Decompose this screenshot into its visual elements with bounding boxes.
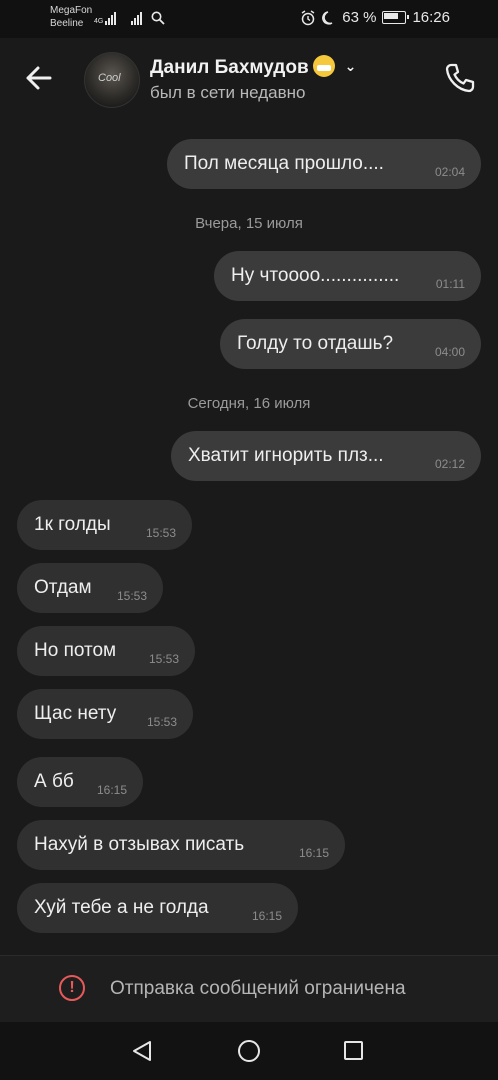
contact-name[interactable]: Данил Бахмудов ⌄ <box>150 55 356 79</box>
message-text: Но потом <box>34 640 117 661</box>
mask-emoji-icon <box>312 55 335 77</box>
status-right: 63 % 16:26 <box>300 9 450 26</box>
message-text: Нахуй в отзывах писать <box>34 834 245 855</box>
alarm-icon <box>301 9 315 25</box>
message-time: 16:15 <box>251 909 282 923</box>
message-incoming[interactable]: 1к голды 15:53 <box>17 500 192 550</box>
message-time: 16:15 <box>96 783 127 797</box>
chevron-down-icon[interactable]: ⌄ <box>345 58 357 75</box>
status-bar: MegaFon Beeline 4G 63 % 16:26 <box>0 0 498 38</box>
message-time: 15:53 <box>116 589 147 603</box>
message-text: А бб <box>34 771 74 792</box>
message-text: Хуй тебе а не голда <box>34 897 209 918</box>
phone-call-icon[interactable] <box>442 60 478 96</box>
message-time: 16:15 <box>298 846 329 860</box>
carrier-1: MegaFon <box>50 5 93 16</box>
date-divider: Вчера, 15 июля <box>195 215 303 232</box>
message-text: 1к голды <box>34 514 111 535</box>
network-type: 4G <box>94 18 104 25</box>
warning-icon <box>59 975 85 1001</box>
contact-name-text: Данил Бахмудов <box>150 57 309 78</box>
nav-back-icon[interactable] <box>131 1040 153 1062</box>
back-arrow-icon[interactable] <box>20 60 56 96</box>
message-incoming[interactable]: Но потом 15:53 <box>17 626 195 676</box>
message-time: 02:12 <box>434 457 465 471</box>
avatar[interactable]: Cool <box>84 52 140 108</box>
restriction-text: Отправка сообщений ограничена <box>110 978 406 999</box>
message-text: Пол месяца прошло.... <box>184 153 384 174</box>
message-incoming[interactable]: Нахуй в отзывах писать 16:15 <box>17 820 345 870</box>
last-seen-status: был в сети недавно <box>150 83 306 102</box>
message-outgoing[interactable]: Хватит игнорить плз... 02:12 <box>171 431 481 481</box>
battery-icon <box>382 11 410 24</box>
nav-home-icon[interactable] <box>238 1040 260 1062</box>
moon-icon <box>322 10 333 25</box>
message-time: 01:11 <box>435 277 465 291</box>
date-divider: Сегодня, 16 июля <box>187 395 311 412</box>
message-text: Голду то отдашь? <box>237 333 394 354</box>
search-icon <box>151 11 165 25</box>
clock: 16:26 <box>412 9 450 26</box>
system-nav-bar <box>0 1022 498 1080</box>
message-time: 04:00 <box>434 345 465 359</box>
chat-header: Cool Данил Бахмудов ⌄ был в сети недавно <box>0 38 498 116</box>
signal-icon-1: 4G <box>94 11 117 25</box>
carrier-2: Beeline <box>50 18 84 29</box>
message-incoming[interactable]: А бб 16:15 <box>17 757 143 807</box>
messaging-restricted-banner: Отправка сообщений ограничена <box>0 955 498 1023</box>
message-time: 15:53 <box>145 526 176 540</box>
message-time: 15:53 <box>146 715 177 729</box>
avatar-text: Cool <box>98 72 121 84</box>
message-incoming[interactable]: Хуй тебе а не голда 16:15 <box>17 883 298 933</box>
message-text: Щас нету <box>34 703 117 724</box>
message-incoming[interactable]: Отдам 15:53 <box>17 563 163 613</box>
message-text: Отдам <box>34 577 92 598</box>
signal-icon-2 <box>131 11 142 25</box>
battery-percent: 63 % <box>342 9 377 26</box>
message-text: Ну чтоооо............... <box>231 265 400 286</box>
message-incoming[interactable]: Щас нету 15:53 <box>17 689 193 739</box>
message-outgoing[interactable]: Пол месяца прошло.... 02:04 <box>167 139 481 189</box>
message-text: Хватит игнорить плз... <box>188 445 384 466</box>
nav-recents-icon[interactable] <box>344 1041 363 1060</box>
message-time: 15:53 <box>148 652 179 666</box>
message-time: 02:04 <box>434 165 465 179</box>
carrier-labels: MegaFon Beeline <box>50 4 92 30</box>
message-outgoing[interactable]: Ну чтоооо............... 01:11 <box>214 251 481 301</box>
message-outgoing[interactable]: Голду то отдашь? 04:00 <box>220 319 481 369</box>
